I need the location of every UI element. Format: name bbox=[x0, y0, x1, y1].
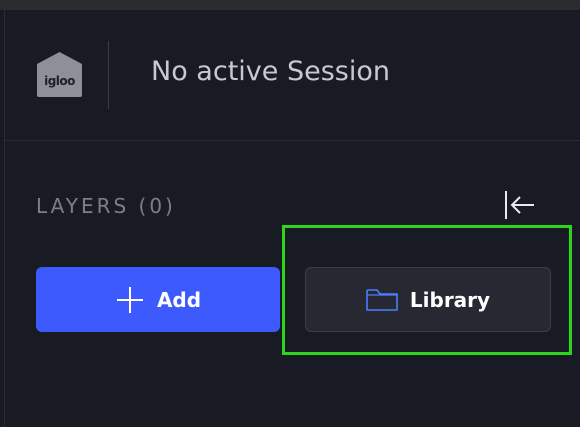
library-button-label: Library bbox=[409, 287, 491, 312]
collapse-panel-button[interactable] bbox=[500, 187, 536, 223]
logo-text: igloo bbox=[44, 74, 75, 88]
collapse-left-arrow-icon bbox=[505, 191, 534, 219]
library-button[interactable]: Library bbox=[305, 267, 551, 332]
header-divider bbox=[108, 41, 109, 109]
top-bar bbox=[0, 0, 580, 10]
add-layer-button[interactable]: Add bbox=[36, 267, 280, 332]
session-header: igloo No active Session bbox=[5, 10, 580, 141]
session-title: No active Session bbox=[151, 56, 390, 87]
folder-icon bbox=[366, 288, 398, 311]
igloo-logo-icon: igloo bbox=[35, 50, 84, 99]
layers-heading: LAYERS (0) bbox=[36, 194, 176, 218]
side-panel: igloo No active Session LAYERS (0) Add L… bbox=[4, 10, 580, 427]
add-button-label: Add bbox=[156, 287, 202, 312]
plus-icon bbox=[116, 286, 143, 313]
app-frame: igloo No active Session LAYERS (0) Add L… bbox=[0, 0, 580, 427]
